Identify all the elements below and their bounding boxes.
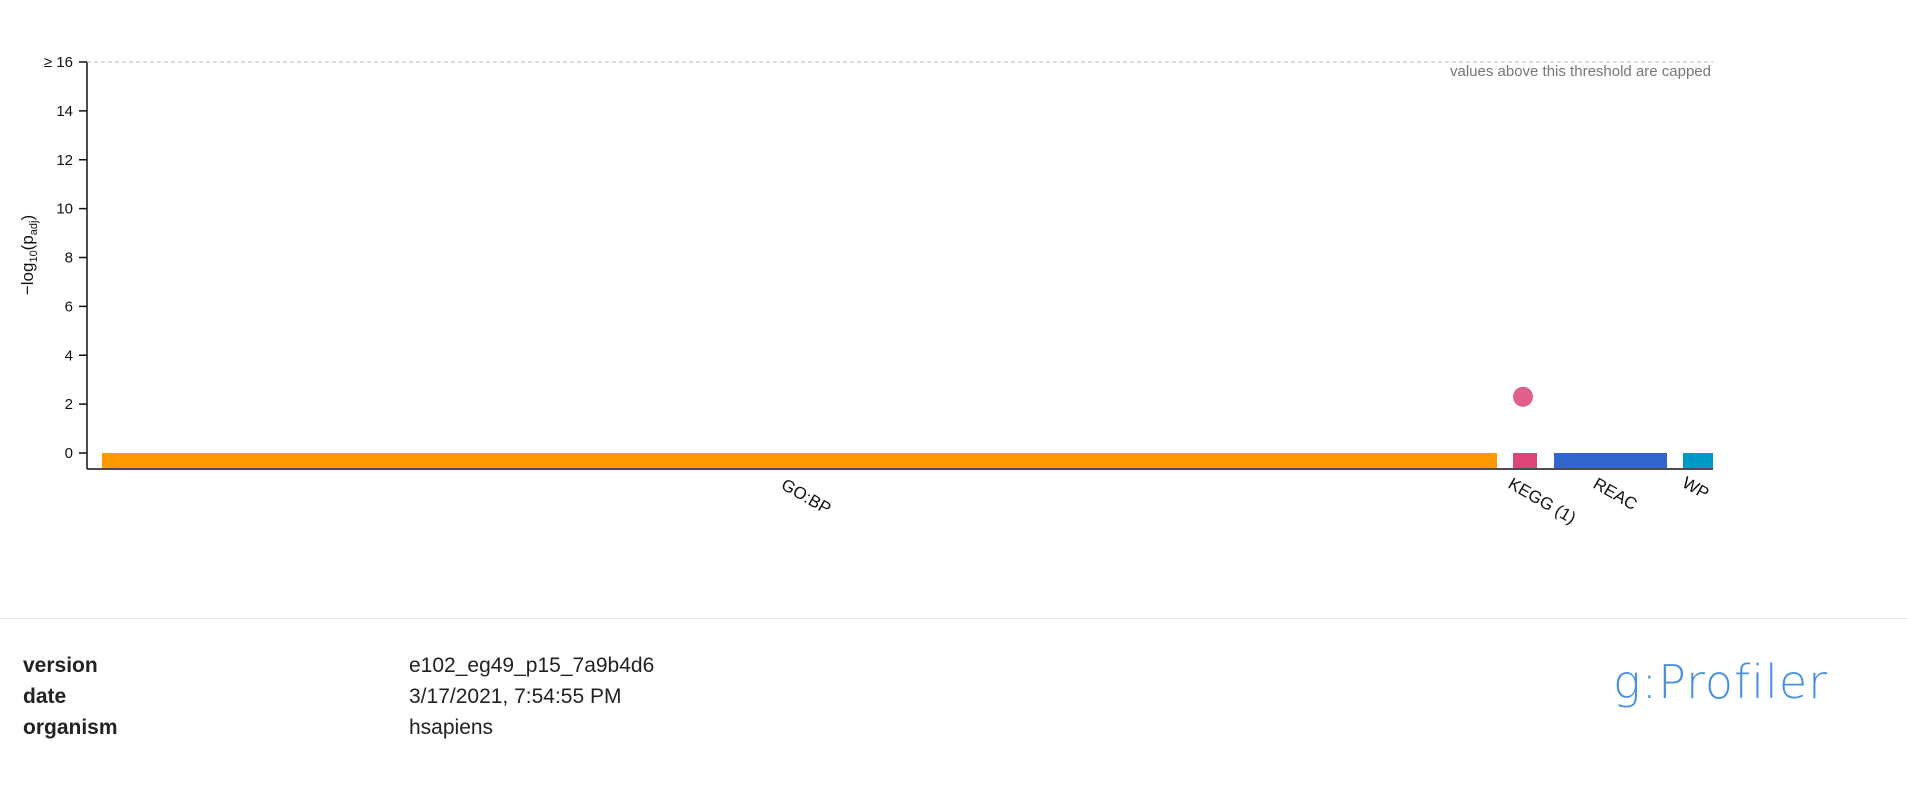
category-label: KEGG (1) (1505, 474, 1579, 528)
meta-key: version (23, 654, 98, 677)
y-tick-label: 4 (65, 347, 73, 364)
manhattan-chart: values above this threshold are capped 0… (18, 54, 1713, 528)
y-tick-label: ≥ 16 (44, 54, 73, 71)
data-point[interactable] (1513, 386, 1533, 407)
category-labels: GO:BP KEGG (1) REAC WP (778, 473, 1712, 528)
meta-key: organism (23, 716, 118, 739)
category-bands (102, 453, 1713, 468)
y-tick-label: 10 (56, 201, 73, 218)
category-label: WP (1679, 473, 1712, 503)
y-tick-label: 14 (56, 103, 73, 120)
meta-value: 3/17/2021, 7:54:55 PM (409, 685, 622, 708)
threshold-note: values above this threshold are capped (1450, 63, 1711, 80)
y-tick-label: 2 (65, 396, 73, 413)
category-label: REAC (1590, 474, 1640, 514)
y-tick-label: 12 (56, 152, 73, 169)
meta-row-organism: organism hsapiens (23, 716, 723, 746)
meta-row-version: version e102_eg49_p15_7a9b4d6 (23, 654, 723, 684)
category-band-gobp (102, 453, 1497, 468)
y-tick-label: 6 (65, 298, 73, 315)
meta-value: hsapiens (409, 716, 494, 739)
category-band-kegg (1513, 453, 1537, 468)
meta-row-date: date 3/17/2021, 7:54:55 PM (23, 685, 723, 715)
category-band-wp (1683, 453, 1713, 468)
meta-key: date (23, 685, 67, 708)
y-tick-label: 8 (65, 250, 73, 267)
meta-value: e102_eg49_p15_7a9b4d6 (409, 654, 655, 677)
data-points (1513, 386, 1533, 407)
category-label: GO:BP (778, 475, 834, 518)
gprofiler-logo: g:Profiler (1613, 655, 1829, 709)
y-axis-title: −log10(padj) (18, 215, 40, 295)
y-tick-label: 0 (65, 445, 73, 462)
footer-divider (0, 618, 1907, 619)
y-ticks: 0 2 4 6 8 10 12 14 ≥ 16 (44, 54, 87, 462)
category-band-reac (1554, 453, 1667, 468)
